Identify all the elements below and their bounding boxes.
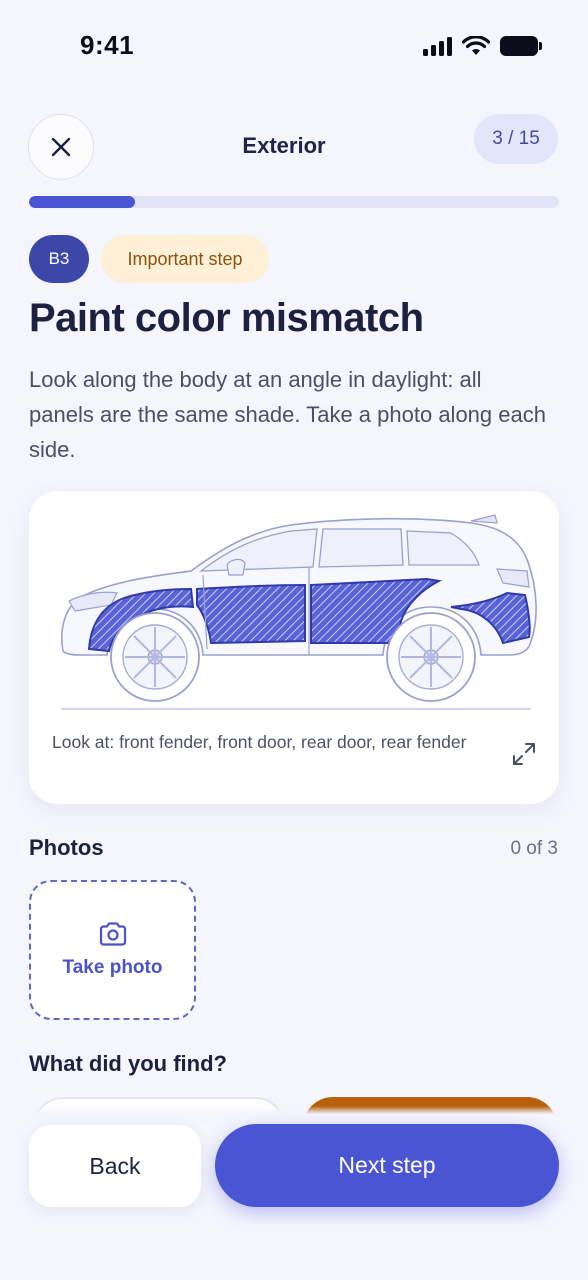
photos-count: 0 of 3	[510, 838, 558, 859]
expand-icon[interactable]	[511, 741, 537, 767]
cellular-signal-icon	[423, 36, 452, 56]
status-bar: 9:41	[0, 0, 588, 96]
status-icons	[423, 36, 542, 56]
illustration-card[interactable]: Look at: front fender, front door, rear …	[29, 491, 559, 804]
back-button[interactable]: Back	[29, 1125, 201, 1207]
important-step-badge: Important step	[101, 235, 269, 283]
car-illustration	[61, 514, 537, 710]
battery-icon	[500, 36, 542, 56]
illustration-caption: Look at: front fender, front door, rear …	[52, 732, 467, 752]
findings-heading: What did you find?	[29, 1051, 227, 1076]
progress-bar	[29, 196, 559, 208]
rear-wheel	[386, 612, 476, 702]
page-title: Paint color mismatch	[29, 296, 424, 340]
step-counter: 3 / 15	[474, 114, 558, 164]
wifi-icon	[462, 36, 490, 55]
front-wheel	[110, 612, 200, 702]
step-code-badge: B3	[29, 235, 89, 283]
camera-icon	[99, 922, 126, 946]
step-description: Look along the body at an angle in dayli…	[29, 367, 546, 462]
take-photo-label: Take photo	[62, 957, 163, 978]
photos-heading: Photos	[29, 835, 104, 860]
progress-fill	[29, 196, 135, 208]
status-time: 9:41	[80, 30, 135, 60]
take-photo-button[interactable]: Take photo	[29, 880, 196, 1020]
next-step-button[interactable]: Next step	[215, 1124, 559, 1207]
